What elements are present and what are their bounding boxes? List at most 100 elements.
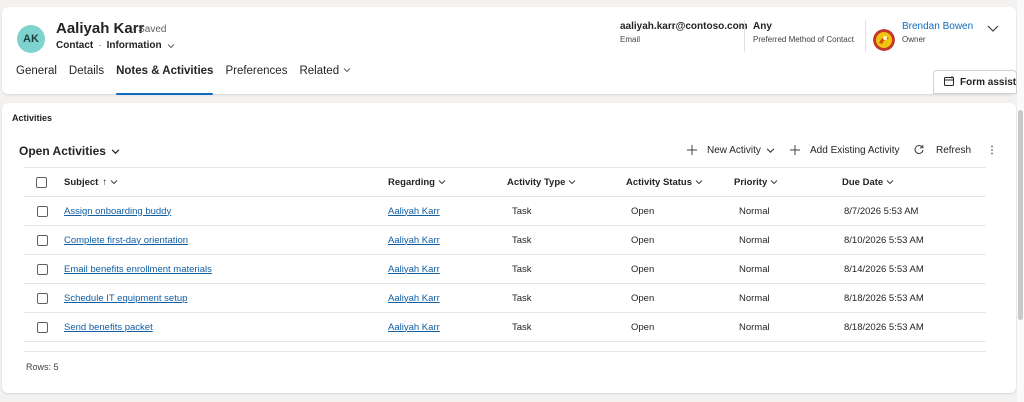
tab-label: General [16,65,57,77]
scrollbar-thumb[interactable] [1018,110,1023,320]
email-label: Email [620,35,641,44]
regarding-link[interactable]: Aaliyah Karr [388,226,440,254]
chevron-down-icon [111,147,120,155]
more-vertical-icon [986,144,998,156]
chevron-down-icon [770,178,778,186]
email-value[interactable]: aaliyah.karr@contoso.com [620,21,748,32]
due-date-cell: 8/14/2026 5:53 AM [844,263,924,275]
priority-cell: Normal [739,292,770,304]
expand-header-chevron-icon[interactable] [986,22,1000,34]
tab-preferences[interactable]: Preferences [219,65,293,95]
plus-icon [789,144,801,156]
refresh-button[interactable]: Refresh [913,141,971,159]
table-row[interactable]: Assign onboarding buddy Aaliyah Karr Tas… [24,197,986,226]
section-title: Activities [12,113,53,123]
chevron-down-icon [568,178,576,186]
chevron-down-icon [343,66,351,74]
activity-status-cell: Open [631,205,655,217]
activity-status-cell: Open [631,263,655,275]
plus-icon [686,144,698,156]
column-label: Subject [64,176,99,188]
column-header-activity-type[interactable]: Activity Type [507,168,576,196]
due-date-cell: 8/18/2026 5:53 AM [844,321,924,333]
column-header-regarding[interactable]: Regarding [388,168,446,196]
chevron-down-icon [167,42,175,50]
column-header-activity-status[interactable]: Activity Status [626,168,703,196]
chevron-down-icon [886,178,894,186]
activity-type-cell: Task [512,234,532,246]
select-all-checkbox[interactable] [36,168,47,196]
row-checkbox[interactable] [37,313,48,341]
column-label: Regarding [388,176,435,188]
due-date-cell: 8/7/2026 5:53 AM [844,205,919,217]
record-header: AK Aaliyah Karr - Saved Contact · Inform… [2,7,1016,95]
activity-status-cell: Open [631,321,655,333]
sort-ascending-icon: ↑ [102,176,108,188]
column-header-due-date[interactable]: Due Date [842,168,894,196]
column-label: Activity Type [507,176,566,188]
row-checkbox[interactable] [37,255,48,283]
activity-status-cell: Open [631,292,655,304]
regarding-link[interactable]: Aaliyah Karr [388,313,440,341]
header-field-email: aaliyah.karr@contoso.com Email [620,21,748,44]
separator-dot: · [98,40,102,51]
avatar: AK [17,25,45,53]
priority-cell: Normal [739,263,770,275]
tab-label: Details [68,65,105,77]
activity-type-cell: Task [512,263,532,275]
regarding-link[interactable]: Aaliyah Karr [388,284,440,312]
contact-method-value[interactable]: Any [753,21,854,32]
chevron-down-icon [695,178,703,186]
activities-section: Activities Open Activities New Activity … [2,103,1016,393]
subject-link[interactable]: Send benefits packet [64,313,153,341]
view-name: Open Activities [19,144,106,158]
regarding-link[interactable]: Aaliyah Karr [388,255,440,283]
column-header-priority[interactable]: Priority [734,168,778,196]
owner-link[interactable]: Brendan Bowen [902,21,973,32]
tab-general[interactable]: General [16,65,63,95]
view-selector[interactable]: Open Activities [19,144,120,158]
table-row[interactable]: Complete first-day orientation Aaliyah K… [24,226,986,255]
new-activity-label: New Activity [707,144,761,156]
table-row[interactable]: Schedule IT equipment setup Aaliyah Karr… [24,284,986,313]
tab-notes-activities[interactable]: Notes & Activities [110,65,219,95]
owner-label: Owner [902,35,926,44]
add-existing-activity-button[interactable]: Add Existing Activity [789,141,899,159]
row-checkbox[interactable] [37,284,48,312]
more-commands-button[interactable] [986,141,998,159]
row-checkbox[interactable] [37,226,48,254]
form-name-label: Information [106,40,162,51]
entity-form-selector[interactable]: Contact · Information [56,40,175,51]
column-header-subject[interactable]: Subject ↑ [64,168,118,196]
subject-link[interactable]: Complete first-day orientation [64,226,188,254]
add-existing-label: Add Existing Activity [810,144,900,156]
header-field-contact-method: Any Preferred Method of Contact [753,21,854,44]
activity-type-cell: Task [512,292,532,304]
owner-avatar [873,29,895,51]
contact-method-label: Preferred Method of Contact [753,35,854,44]
priority-cell: Normal [739,205,770,217]
header-divider [744,20,745,52]
rows-count: Rows: 5 [26,362,59,372]
grid-footer-divider [24,351,986,352]
tab-related[interactable]: Related [293,65,357,95]
subject-link[interactable]: Assign onboarding buddy [64,197,171,225]
form-assist-button[interactable]: Form assist [933,70,1017,94]
tab-details[interactable]: Details [63,65,110,95]
column-label: Activity Status [626,176,692,188]
save-status: - Saved [132,24,167,35]
table-row[interactable]: Send benefits packet Aaliyah Karr Task O… [24,313,986,342]
tab-label: Preferences [225,65,288,77]
column-label: Due Date [842,176,884,188]
subject-link[interactable]: Email benefits enrollment materials [64,255,212,283]
priority-cell: Normal [739,321,770,333]
table-row[interactable]: Email benefits enrollment materials Aali… [24,255,986,284]
regarding-link[interactable]: Aaliyah Karr [388,197,440,225]
subject-link[interactable]: Schedule IT equipment setup [64,284,187,312]
page-scrollbar[interactable] [1017,0,1024,402]
activities-grid: Subject ↑ Regarding Activity Type Activi… [24,167,986,342]
new-activity-button[interactable]: New Activity [686,141,775,159]
row-checkbox[interactable] [37,197,48,225]
chevron-down-icon [438,178,446,186]
activity-type-cell: Task [512,321,532,333]
